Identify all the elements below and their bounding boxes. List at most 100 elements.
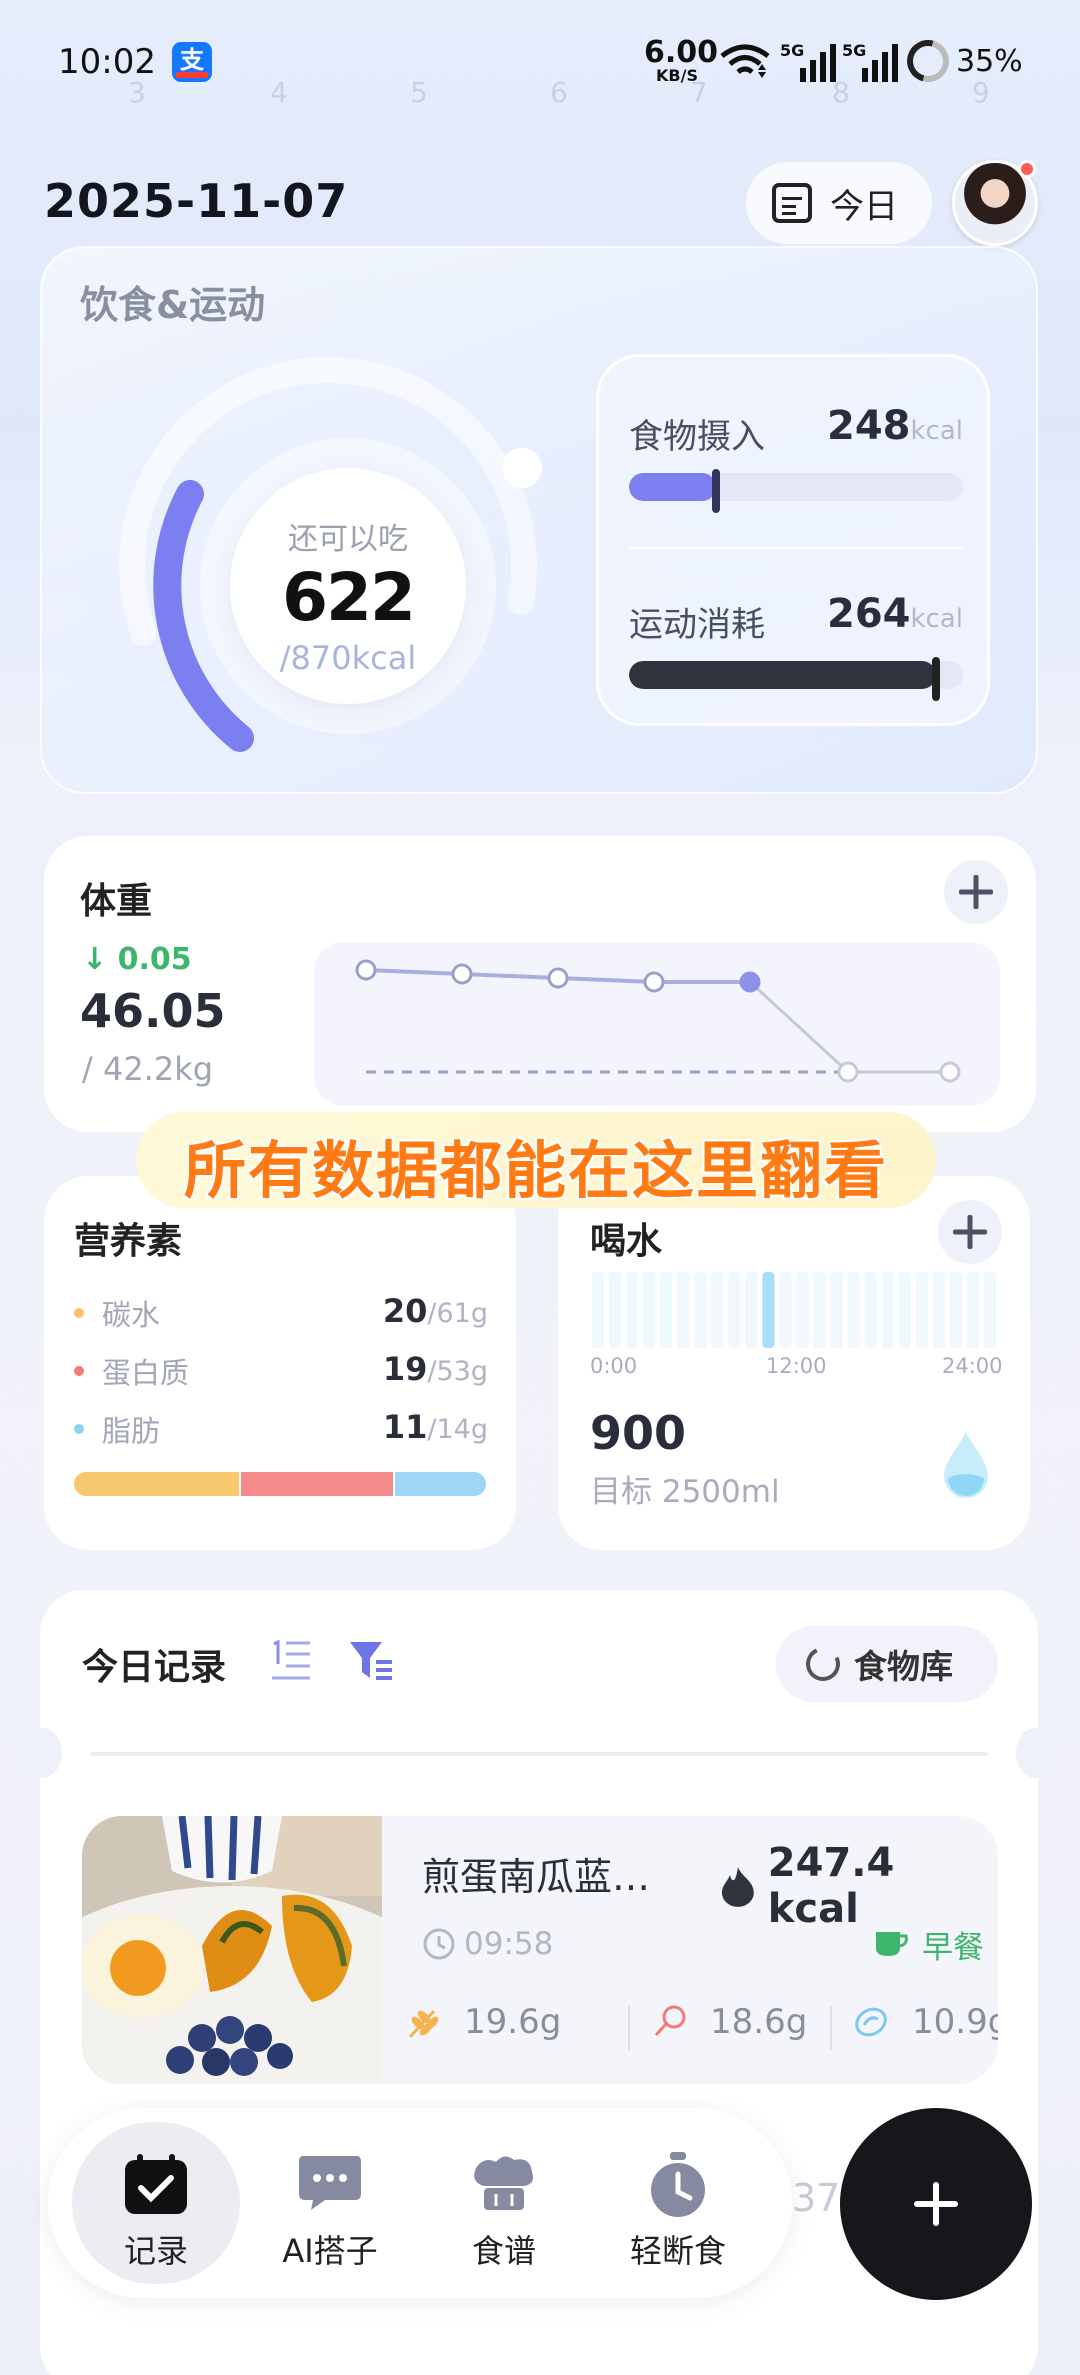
- water-card[interactable]: 喝水 0:00 12:00 24:00 900 目标 2500ml: [558, 1176, 1030, 1550]
- water-slot: [932, 1272, 945, 1348]
- fat-dot: [74, 1424, 84, 1434]
- weight-card-title: 体重: [80, 881, 153, 922]
- exercise-burn-number: 264: [826, 591, 911, 637]
- weight-target: / 42.2kg: [82, 1050, 214, 1088]
- water-slot: [898, 1272, 911, 1348]
- water-tick-start: 0:00: [590, 1354, 638, 1378]
- nutrients-card[interactable]: 营养素 碳水 20/61g 蛋白质 19/53g 脂肪 11/14g: [44, 1176, 516, 1550]
- nutrient-row-protein: 蛋白质 19/53g: [74, 1350, 488, 1390]
- meal-calories: 247.4 kcal: [718, 1840, 998, 1932]
- weight-delta: ↓ 0.05: [82, 942, 192, 977]
- water-slot: [983, 1272, 996, 1348]
- weight-point: [451, 963, 473, 985]
- meal-type: 早餐: [874, 1922, 984, 1967]
- flame-icon: [721, 1867, 754, 1907]
- today-button[interactable]: 今日: [746, 162, 932, 244]
- hidden-record-text: 37: [792, 2176, 841, 2220]
- bottom-nav: 记录 AI搭子 食谱 轻断食: [48, 2108, 792, 2298]
- nutrient-amount: 20: [382, 1292, 428, 1330]
- water-value: 900: [590, 1406, 687, 1460]
- weight-point: [643, 971, 665, 993]
- nutrient-row-fat: 脂肪 11/14g: [74, 1408, 488, 1448]
- water-slot: [813, 1272, 826, 1348]
- nutrient-name: 蛋白质: [102, 1356, 190, 1390]
- nutrient-ratio-bar: [74, 1472, 486, 1496]
- water-slot: [881, 1272, 894, 1348]
- remaining-total: /870kcal: [279, 638, 417, 677]
- add-record-fab[interactable]: [840, 2108, 1032, 2300]
- weight-delta-value: 0.05: [117, 942, 192, 977]
- nav-item-fasting[interactable]: 轻断食: [594, 2122, 762, 2284]
- ticket-notch-left: [22, 1728, 62, 1778]
- nutrient-value: 11/14g: [383, 1408, 488, 1446]
- carb-segment: [74, 1472, 239, 1496]
- ghost-day: 9: [972, 76, 990, 109]
- water-timeline: [592, 1272, 996, 1348]
- food-library-button[interactable]: 食物库: [776, 1626, 998, 1702]
- fat-segment: [395, 1472, 486, 1496]
- intake-burn-panel[interactable]: 食物摄入 248kcal 运动消耗 264kcal: [596, 354, 990, 726]
- weight-card[interactable]: 体重 ↓ 0.05 46.05 / 42.2kg: [44, 836, 1036, 1132]
- meal-carb: 19.6g: [404, 2002, 561, 2042]
- water-slot: [779, 1272, 792, 1348]
- water-slot: [915, 1272, 928, 1348]
- food-intake-value: 248kcal: [827, 403, 963, 449]
- weight-point: [355, 959, 377, 981]
- ghost-week-strip: 3 4 5 6 7 8 9: [80, 76, 1020, 176]
- meal-fat-value: 10.9g: [912, 2002, 998, 2042]
- coffee-cup-icon: [876, 1931, 908, 1956]
- water-slot: [830, 1272, 843, 1348]
- nav-item-ai-buddy[interactable]: AI搭子: [246, 2122, 414, 2284]
- weight-point: [837, 1061, 859, 1083]
- meal-name: 煎蛋南瓜蓝…: [422, 1855, 651, 1899]
- food-intake-unit: kcal: [910, 416, 963, 446]
- water-tick-mid: 12:00: [766, 1354, 827, 1378]
- exercise-burn-value: 264kcal: [827, 591, 963, 637]
- nav-item-recipes[interactable]: 食谱: [420, 2122, 588, 2284]
- water-slot: [949, 1272, 962, 1348]
- water-slot: [592, 1272, 605, 1348]
- stopwatch-icon: [651, 2152, 705, 2217]
- nav-item-records[interactable]: 记录: [72, 2122, 240, 2284]
- exercise-burn-track: [629, 661, 963, 689]
- exercise-burn-label: 运动消耗: [629, 605, 765, 645]
- calendar-icon: [772, 183, 812, 223]
- nav-label: 轻断食: [629, 2232, 726, 2270]
- water-slot: [711, 1272, 724, 1348]
- water-slot: [626, 1272, 639, 1348]
- meal-photo-illustration: [82, 1816, 382, 2084]
- nutrient-goal: /53g: [427, 1356, 488, 1387]
- nutrient-goal: /14g: [427, 1414, 488, 1445]
- food-library-label: 食物库: [854, 1647, 953, 1686]
- meal-calories-value: 247.4 kcal: [767, 1840, 895, 1932]
- filter-icon[interactable]: [348, 1638, 396, 1682]
- page-date-title[interactable]: 2025-11-07: [44, 174, 348, 228]
- today-button-label: 今日: [830, 186, 898, 227]
- nutrient-amount: 19: [382, 1350, 428, 1388]
- sort-icon[interactable]: [268, 1640, 314, 1682]
- weight-point: [939, 1061, 961, 1083]
- water-slot: [643, 1272, 656, 1348]
- macro-separator: [830, 2006, 832, 2050]
- records-divider: [90, 1752, 988, 1756]
- nutrient-value: 19/53g: [383, 1350, 488, 1388]
- water-slot: [847, 1272, 860, 1348]
- food-intake-label: 食物摄入: [629, 417, 765, 457]
- water-card-title: 喝水: [590, 1221, 663, 1262]
- weight-trend-svg: [355, 959, 961, 1083]
- remaining-value: 622: [282, 559, 416, 636]
- exercise-burn-fill: [629, 661, 937, 689]
- add-weight-button[interactable]: [944, 860, 1008, 924]
- weight-trend-chart[interactable]: [314, 942, 1000, 1106]
- diet-exercise-card[interactable]: 饮食&运动 还可以吃 622 /870kcal 食物摄入 248kcal 运动消…: [40, 246, 1038, 794]
- add-water-button[interactable]: [938, 1200, 1002, 1264]
- nutrient-value: 20/61g: [383, 1292, 488, 1330]
- signal-1-label: 5G: [780, 41, 804, 60]
- food-intake-track: [629, 473, 963, 501]
- panel-divider: [629, 547, 963, 549]
- meal-record-item[interactable]: 煎蛋南瓜蓝… 247.4 kcal 09:58 早餐 19.6g 18.6g 1…: [82, 1816, 998, 2084]
- calorie-ring: 还可以吃 622 /870kcal: [98, 336, 558, 796]
- nutrient-name: 碳水: [102, 1298, 161, 1332]
- water-slot: [966, 1272, 979, 1348]
- promo-banner: 所有数据都能在这里翻看: [136, 1112, 936, 1208]
